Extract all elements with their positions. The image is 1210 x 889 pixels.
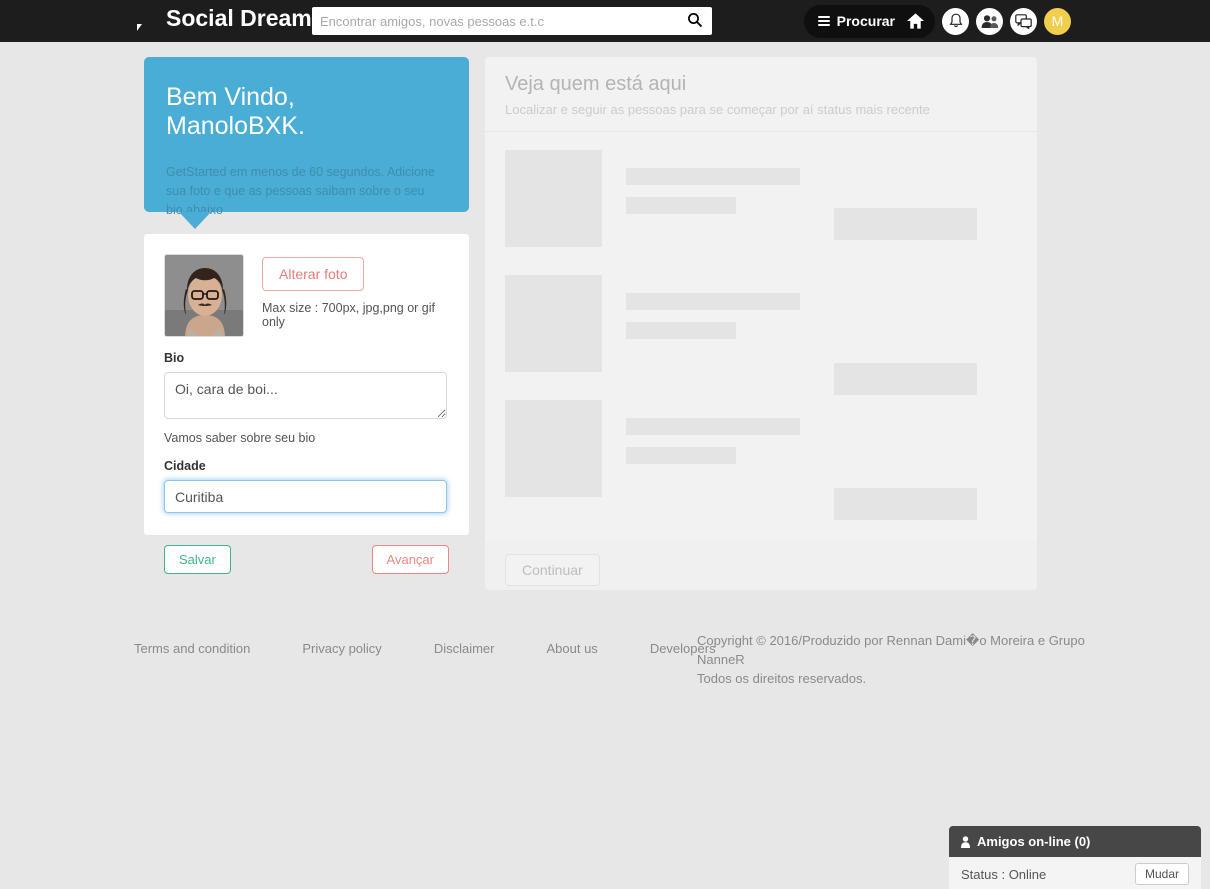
person-icon — [961, 835, 970, 848]
skeleton-avatar — [505, 150, 602, 247]
procurar-label: Procurar — [836, 13, 895, 29]
header-nav: Procurar M — [803, 0, 1071, 42]
friends-online-body: Status : Online Mudar — [949, 857, 1201, 889]
city-input[interactable] — [164, 480, 447, 513]
hamburger-icon — [817, 14, 830, 28]
skeleton-button — [834, 208, 977, 240]
skeleton-button — [834, 488, 977, 520]
bio-textarea[interactable] — [164, 372, 447, 419]
procurar-button[interactable]: Procurar — [803, 4, 935, 38]
skeleton-lines — [626, 150, 800, 214]
copyright: Copyright © 2016/Produzido por Rennan Da… — [697, 631, 1117, 688]
skeleton-line — [626, 447, 736, 464]
skeleton-avatar — [505, 275, 602, 372]
bio-label: Bio — [164, 351, 185, 365]
photo-row: Alterar foto Max size : 700px, jpg,png o… — [164, 254, 449, 337]
skeleton-line — [626, 168, 800, 185]
skeleton-line — [626, 322, 736, 339]
footer-link-privacy[interactable]: Privacy policy — [302, 641, 381, 656]
skeleton-line — [626, 197, 736, 214]
skeleton-row — [505, 150, 1017, 275]
change-photo-button[interactable]: Alterar foto — [262, 257, 365, 291]
brand-name: Social Dream — [166, 5, 312, 31]
footer-link-terms[interactable]: Terms and condition — [134, 641, 250, 656]
change-status-button[interactable]: Mudar — [1134, 863, 1189, 885]
search-bar — [312, 7, 712, 35]
skeleton-line — [626, 293, 800, 310]
bell-icon[interactable] — [942, 7, 969, 35]
friends-icon[interactable] — [976, 7, 1003, 35]
skeleton-row — [505, 400, 1017, 525]
photo-side: Alterar foto Max size : 700px, jpg,png o… — [262, 254, 449, 337]
top-header: Social Dream Procurar — [0, 0, 1210, 42]
avatar[interactable]: M — [1044, 7, 1071, 35]
footer-links: Terms and condition Privacy policy Discl… — [134, 641, 716, 656]
copyright-line-2: Todos os direitos reservados. — [697, 671, 867, 686]
card-actions: Salvar Avançar — [164, 545, 449, 574]
messages-icon[interactable] — [1010, 7, 1037, 35]
skeleton-lines — [626, 400, 800, 464]
speech-bubble-icon — [134, 8, 160, 31]
brand-logo[interactable]: Social Dream — [134, 5, 312, 31]
friends-online-widget: Amigos on-line (0) Status : Online Mudar — [949, 826, 1201, 889]
panel-body — [485, 132, 1037, 540]
panel-title: Veja quem está aqui — [505, 73, 687, 95]
panel-footer: Continuar — [485, 540, 1037, 590]
panel-header: Veja quem está aqui Localizar e seguir a… — [485, 57, 1037, 132]
continue-button: Continuar — [505, 554, 600, 586]
city-label: Cidade — [164, 459, 206, 473]
panel-subtitle: Localizar e seguir as pessoas para se co… — [505, 102, 930, 117]
skeleton-avatar — [505, 400, 602, 497]
profile-photo[interactable] — [164, 254, 244, 337]
friends-online-header[interactable]: Amigos on-line (0) — [949, 826, 1201, 857]
search-button[interactable] — [684, 11, 706, 31]
profile-setup-card: Alterar foto Max size : 700px, jpg,png o… — [144, 234, 469, 535]
friends-online-title: Amigos on-line (0) — [977, 834, 1091, 849]
status-text: Status : Online — [961, 866, 1047, 882]
footer-link-about[interactable]: About us — [546, 641, 597, 656]
bio-help-text: Vamos saber sobre seu bio — [164, 431, 316, 445]
photo-hint: Max size : 700px, jpg,png or gif only — [262, 301, 436, 329]
welcome-arrow — [179, 212, 211, 229]
welcome-banner: Bem Vindo, ManoloBXK. GetStarted em meno… — [144, 57, 469, 229]
footer-link-disclaimer[interactable]: Disclaimer — [434, 641, 495, 656]
next-button[interactable]: Avançar — [371, 545, 449, 574]
skeleton-lines — [626, 275, 800, 339]
copyright-line-1: Copyright © 2016/Produzido por Rennan Da… — [697, 633, 1085, 667]
home-icon[interactable] — [902, 8, 929, 35]
skeleton-button — [834, 363, 977, 395]
skeleton-row — [505, 275, 1017, 400]
search-icon — [688, 12, 703, 27]
skeleton-line — [626, 418, 800, 435]
welcome-title: Bem Vindo, ManoloBXK. — [166, 83, 305, 140]
save-button[interactable]: Salvar — [164, 545, 231, 574]
who-is-here-panel: Veja quem está aqui Localizar e seguir a… — [485, 57, 1037, 603]
search-input[interactable] — [312, 7, 672, 35]
